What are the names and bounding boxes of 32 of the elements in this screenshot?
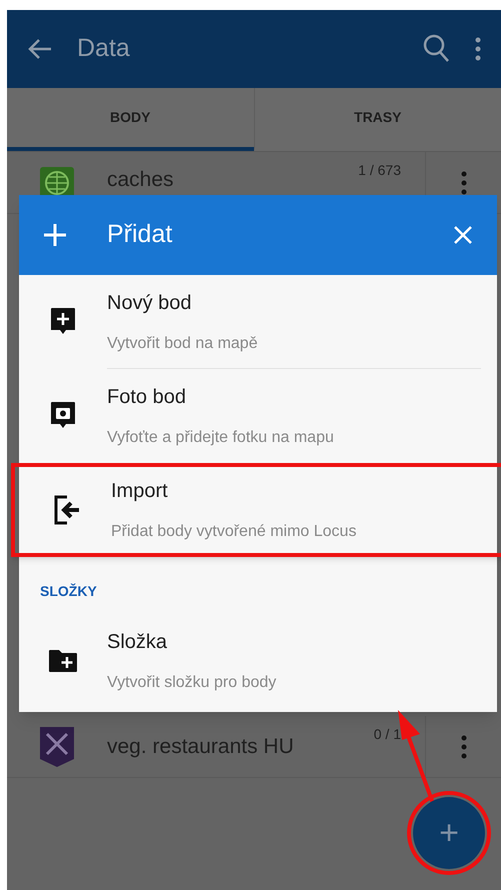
more-options-icon[interactable]: [475, 37, 481, 61]
item-title: Složka: [107, 630, 168, 655]
section-header: SLOŽKY: [39, 582, 98, 601]
item-title: Foto bod: [107, 385, 187, 410]
item-subtitle: Vytvořit složku pro body: [107, 673, 278, 693]
import-icon: [53, 495, 81, 525]
add-folder-icon: [48, 649, 78, 673]
more-options-icon[interactable]: [460, 170, 466, 194]
screen-title: Data: [77, 33, 130, 64]
menu-item[interactable]: Nový bod Vytvořit bod na mapě: [19, 275, 497, 369]
close-icon[interactable]: [453, 225, 473, 245]
tab[interactable]: BODY: [7, 88, 254, 151]
item-title: Nový bod: [107, 290, 192, 316]
point-count: 1 / 673: [358, 161, 402, 180]
menu-item[interactable]: Foto bod Vyfoťte a přidejte fotku na mapu: [19, 369, 497, 463]
point-count: 0 / 1: [374, 725, 402, 744]
item-subtitle: Vyfoťte a přidejte fotku na mapu: [107, 428, 335, 448]
more-options-icon[interactable]: [460, 734, 466, 758]
item-title: Import: [111, 479, 169, 504]
search-icon[interactable]: [423, 34, 451, 64]
folder-name[interactable]: caches: [107, 164, 358, 196]
folder-name[interactable]: veg. restaurants HU: [107, 730, 374, 762]
back-arrow-icon[interactable]: [27, 38, 53, 60]
restaurant-icon: [39, 726, 75, 768]
item-subtitle: Vytvořit bod na mapě: [107, 334, 259, 354]
tab[interactable]: TRASY: [254, 88, 501, 151]
item-subtitle: Přidat body vytvořené mimo Locus: [111, 522, 358, 542]
add-button[interactable]: +: [413, 797, 485, 869]
menu-item[interactable]: Složka Vytvořit složku pro body: [19, 614, 497, 708]
plus-icon: [43, 223, 67, 247]
dialog-title: Přidat: [107, 219, 174, 250]
menu-item[interactable]: Import Přidat body vytvořené mimo Locus: [11, 463, 501, 557]
